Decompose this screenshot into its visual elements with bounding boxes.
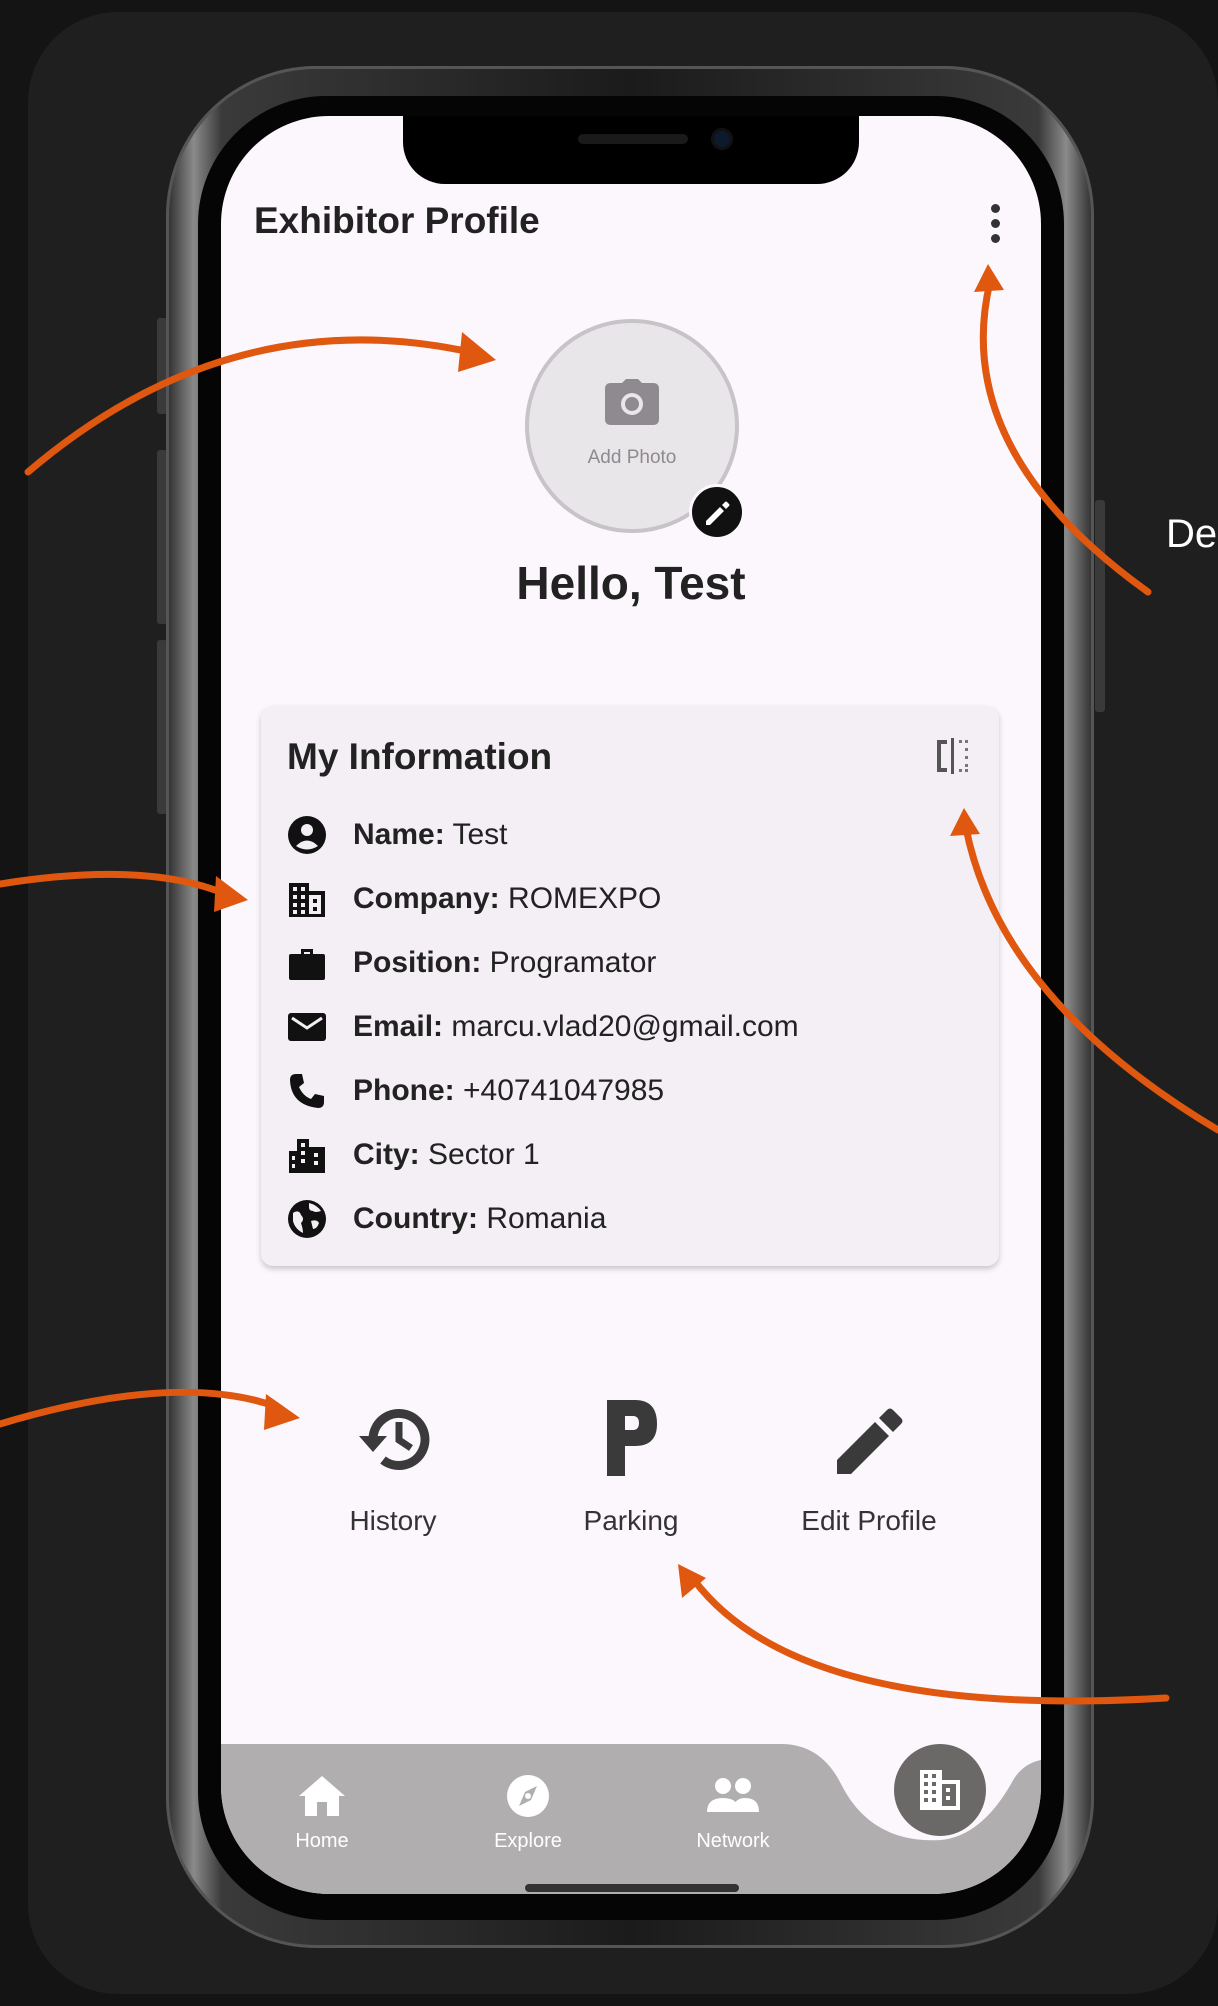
arrowhead xyxy=(214,876,248,912)
arrow-to-menu xyxy=(979,278,1152,596)
arrowhead xyxy=(458,332,496,372)
annotation-text: De xyxy=(1166,512,1218,556)
arrow-to-collapse xyxy=(962,824,1218,1134)
arrowhead xyxy=(974,264,1004,292)
arrowhead xyxy=(950,808,980,836)
arrow-to-parking xyxy=(690,1576,1170,1705)
annotation-arrows xyxy=(0,264,1218,1705)
arrowhead xyxy=(264,1394,300,1430)
arrow-to-history xyxy=(0,1388,284,1428)
arrow-to-info-rows xyxy=(0,870,234,900)
arrow-to-photo xyxy=(24,336,474,476)
